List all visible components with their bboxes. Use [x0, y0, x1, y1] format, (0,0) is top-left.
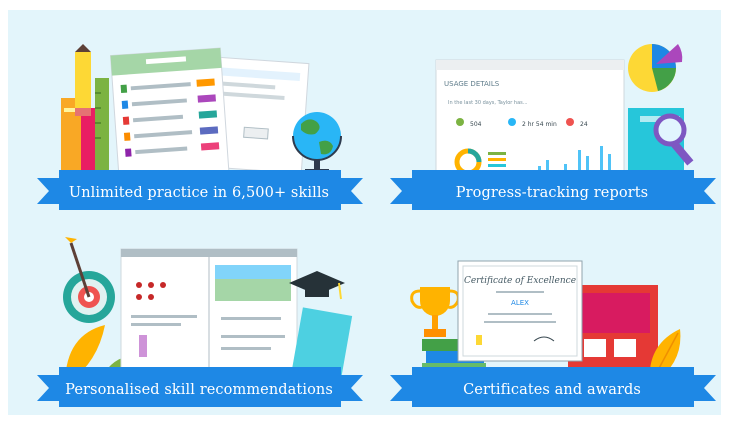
- feature-card-recommendations: Personalised skill recommendations: [35, 235, 365, 415]
- report-stat-skills: 24: [580, 121, 588, 128]
- feature-caption: Personalised skill recommendations: [65, 382, 333, 398]
- report-title: USAGE DETAILS: [444, 80, 500, 88]
- target-icon: [63, 237, 115, 323]
- report-stat-questions: 504: [470, 121, 482, 128]
- feature-caption: Unlimited practice in 6,500+ skills: [68, 185, 330, 201]
- feature-card-certificates: Certificate of Excellence ALEX Certifica…: [388, 235, 718, 415]
- feature-card-practice: Unlimited practice in 6,500+ skills: [35, 38, 365, 218]
- pencil-icon: [75, 44, 91, 116]
- feature-caption: Progress-tracking reports: [455, 185, 649, 201]
- report-stat-time: 2 hr 54 min: [522, 121, 557, 128]
- certificate-title: Certificate of Excellence: [464, 276, 576, 286]
- features-panel: Unlimited practice in 6,500+ skills USAG…: [8, 10, 721, 415]
- report-intro: In the last 30 days, Taylor has...: [448, 100, 528, 106]
- trophy-icon: [410, 287, 460, 337]
- feature-card-reports: USAGE DETAILS In the last 30 days, Taylo…: [388, 38, 718, 218]
- certificate-name: ALEX: [511, 299, 529, 307]
- pie-chart-icon: [628, 44, 683, 92]
- feature-caption: Certificates and awards: [463, 382, 641, 398]
